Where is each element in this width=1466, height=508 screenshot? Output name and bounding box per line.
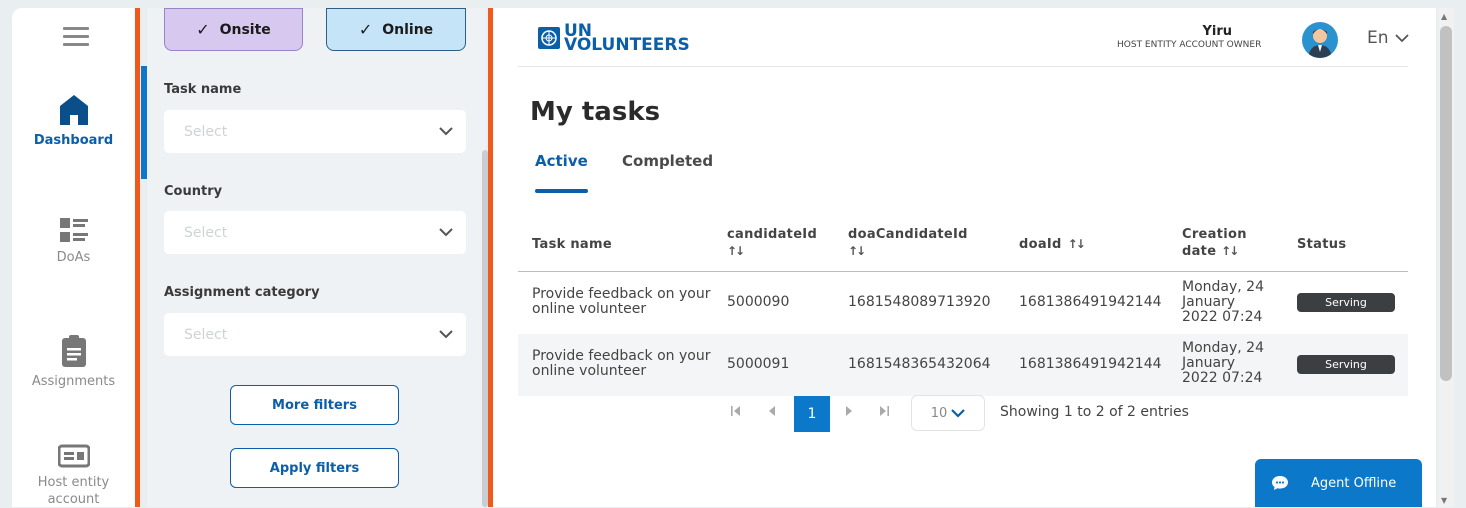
previous-page-icon[interactable] — [768, 405, 776, 420]
sort-icon: ↑↓ — [727, 244, 745, 258]
nav-label-assignments: Assignments — [31, 374, 116, 389]
avatar[interactable] — [1302, 22, 1338, 58]
country-placeholder: Select — [184, 224, 228, 241]
column-header-task-name: Task name — [532, 237, 612, 252]
nav-label-doas: DoAs — [56, 250, 91, 265]
column-header-doacandidateid-label: doaCandidateId — [848, 227, 968, 242]
user-role: HOST ENTITY ACCOUNT OWNER — [1117, 40, 1262, 50]
chevron-down-icon — [1394, 34, 1409, 43]
logo-line-volunteers: VOLUNTEERS — [564, 35, 690, 55]
chevron-down-icon — [951, 409, 966, 418]
assignment-category-select[interactable]: Select — [164, 313, 466, 356]
hamburger-menu-icon[interactable] — [63, 26, 89, 52]
chevron-down-icon — [439, 127, 453, 136]
list-icon — [59, 218, 88, 242]
status-badge: Serving — [1297, 355, 1395, 374]
nav-item-dashboard[interactable]: Dashboard — [12, 93, 135, 148]
header-divider — [518, 66, 1408, 67]
page-scrollbar-thumb[interactable] — [1440, 26, 1452, 381]
column-header-doaid[interactable]: doaId ↑↓ — [1019, 236, 1086, 253]
tab-completed[interactable]: Completed — [622, 152, 713, 170]
un-emblem-icon — [538, 27, 560, 49]
check-icon: ✓ — [358, 20, 373, 39]
cell-doacandidateid: 1681548365432064 — [848, 356, 991, 372]
onsite-filter-chip[interactable]: ✓ Onsite — [164, 8, 303, 51]
language-selector[interactable]: En — [1367, 28, 1409, 48]
column-header-doaid-label: doaId — [1019, 237, 1062, 252]
chat-bubble-icon — [1272, 476, 1288, 490]
cell-candidateid: 5000091 — [727, 356, 790, 372]
chevron-down-icon — [439, 330, 453, 339]
language-label: En — [1367, 28, 1389, 48]
apply-filters-button[interactable]: Apply filters — [230, 448, 399, 488]
clipboard-icon — [61, 335, 86, 367]
first-page-icon[interactable] — [731, 405, 741, 420]
agent-chat-widget[interactable]: Agent Offline — [1255, 459, 1422, 507]
id-card-icon — [57, 444, 90, 468]
cell-task-name[interactable]: Provide feedback on your online voluntee… — [532, 287, 712, 317]
cell-candidateid: 5000090 — [727, 294, 790, 310]
country-select[interactable]: Select — [164, 211, 466, 254]
check-icon: ✓ — [196, 20, 210, 39]
scroll-down-icon[interactable]: ▼ — [1441, 496, 1447, 505]
home-icon — [59, 95, 88, 125]
status-badge: Serving — [1297, 293, 1395, 312]
nav-item-host-entity-account[interactable]: Host entity account — [12, 444, 135, 508]
column-header-doacandidateid[interactable]: doaCandidateId ↑↓ — [848, 226, 968, 260]
nav-label-host-entity-account: Host entity account — [37, 475, 110, 507]
online-filter-chip[interactable]: ✓ Online — [326, 8, 466, 51]
cell-creation-date: Monday, 24 January 2022 07:24 — [1182, 279, 1264, 325]
user-name: Yiru — [1202, 24, 1232, 39]
sort-icon: ↑↓ — [848, 244, 866, 258]
country-filter-label: Country — [164, 184, 223, 199]
cell-task-name[interactable]: Provide feedback on your online voluntee… — [532, 349, 712, 379]
entries-summary: Showing 1 to 2 of 2 entries — [1000, 404, 1189, 420]
column-header-candidateid[interactable]: candidateId ↑↓ — [727, 226, 817, 260]
column-header-candidateid-label: candidateId — [727, 227, 818, 242]
assignment-category-placeholder: Select — [184, 326, 228, 343]
column-header-creation-date[interactable]: Creation date ↑↓ — [1182, 226, 1262, 260]
nav-label-dashboard: Dashboard — [33, 133, 114, 148]
nav-item-doas[interactable]: DoAs — [12, 218, 135, 265]
last-page-icon[interactable] — [879, 405, 889, 420]
nav-divider — [135, 8, 140, 507]
assignment-category-filter-label: Assignment category — [164, 285, 320, 300]
scroll-up-icon[interactable]: ▲ — [1441, 12, 1447, 21]
chat-status-label: Agent Offline — [1311, 475, 1397, 491]
sort-icon: ↑↓ — [1221, 244, 1239, 258]
sort-icon: ↑↓ — [1067, 237, 1086, 251]
task-name-placeholder: Select — [184, 123, 228, 140]
cell-doaid: 1681386491942144 — [1019, 356, 1162, 372]
more-filters-button[interactable]: More filters — [230, 385, 399, 425]
tab-active[interactable]: Active — [535, 152, 588, 170]
active-tab-underline — [535, 189, 588, 193]
page-size-select[interactable]: 10 — [911, 395, 985, 431]
column-header-status: Status — [1297, 237, 1347, 252]
online-chip-label: Online — [382, 21, 434, 38]
un-volunteers-logo[interactable]: UN VOLUNTEERS — [538, 23, 690, 55]
onsite-chip-label: Onsite — [219, 21, 271, 38]
chevron-down-icon — [439, 228, 453, 237]
page-button-current[interactable]: 1 — [794, 396, 830, 432]
cell-creation-date: Monday, 24 January 2022 07:24 — [1182, 340, 1264, 386]
next-page-icon[interactable] — [845, 405, 853, 420]
cell-doacandidateid: 1681548089713920 — [848, 294, 991, 310]
task-name-select[interactable]: Select — [164, 110, 466, 153]
page-title: My tasks — [530, 97, 661, 127]
page-size-value: 10 — [930, 405, 948, 421]
cell-doaid: 1681386491942144 — [1019, 294, 1162, 310]
nav-item-assignments[interactable]: Assignments — [12, 334, 135, 389]
task-name-filter-label: Task name — [164, 82, 242, 97]
